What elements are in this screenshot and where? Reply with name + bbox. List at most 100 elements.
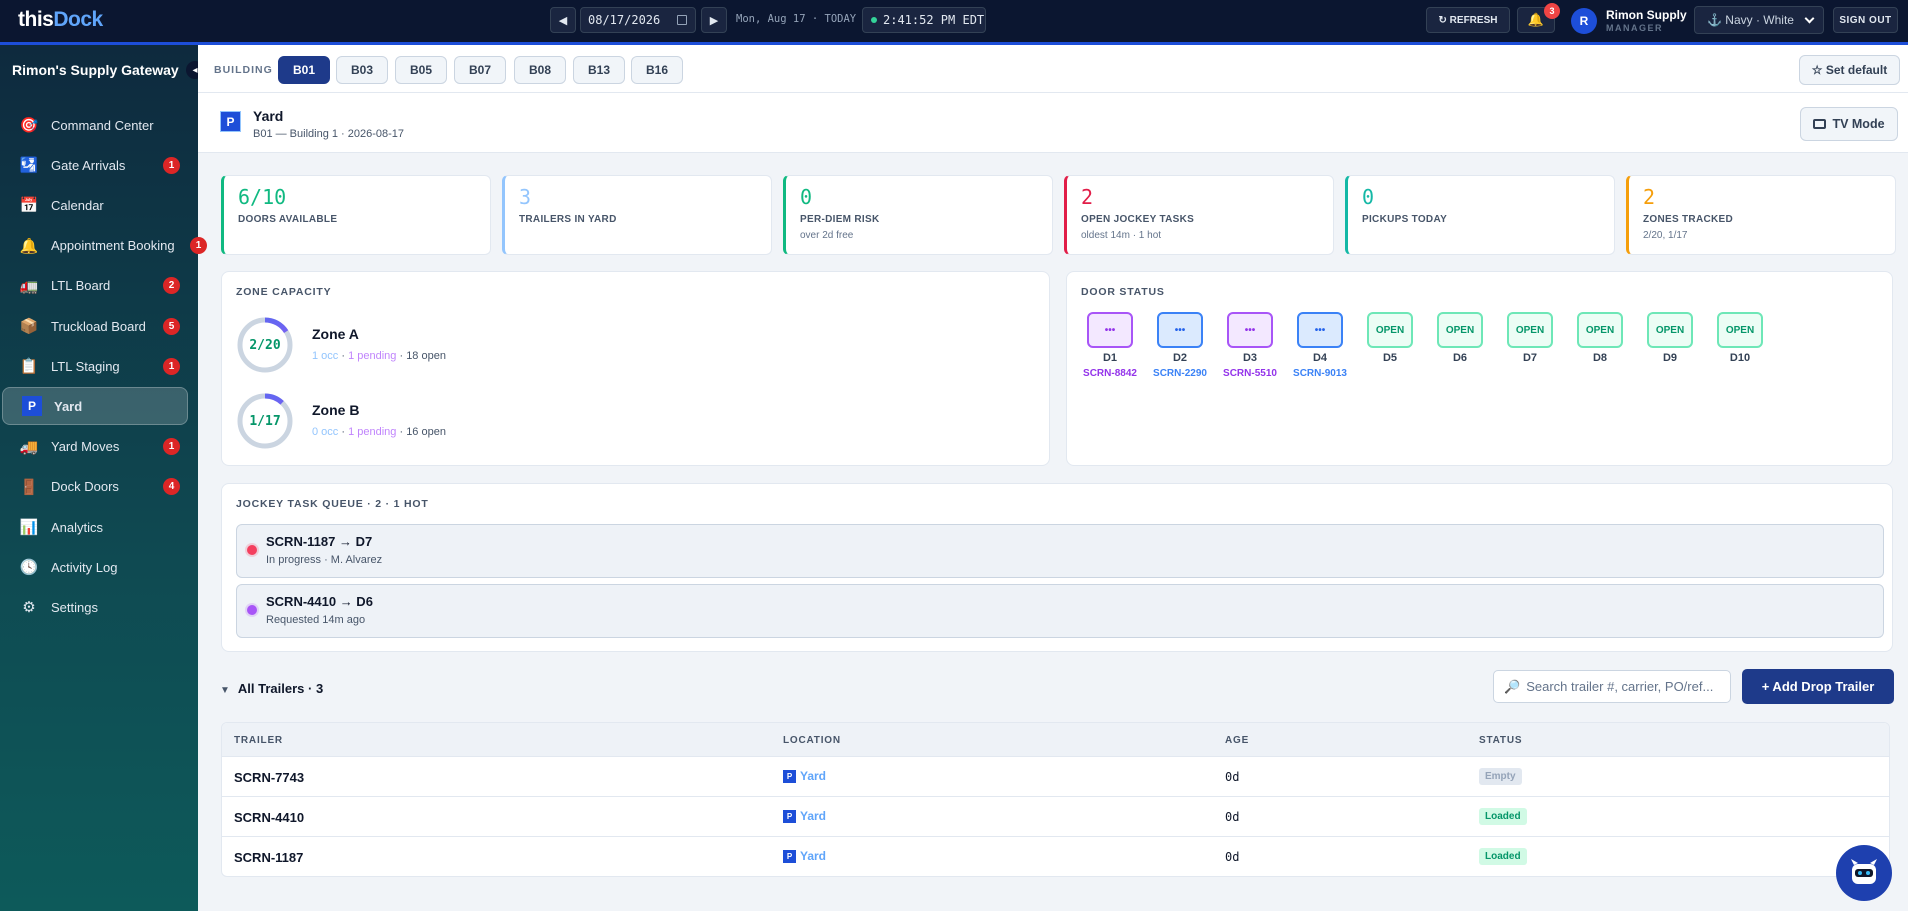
door-status-title: DOOR STATUS [1081,286,1165,298]
door-status-box: ••• [1087,312,1133,348]
sidebar-item-command-center[interactable]: 🎯 Command Center [0,106,190,144]
door-d2[interactable]: ••• D2 SCRN-2290 [1153,312,1207,379]
tab-b07[interactable]: B07 [454,56,506,84]
stat-value: 6/10 [238,185,287,209]
parking-icon: P [783,849,796,863]
sidebar-item-truckload-board[interactable]: 📦 Truckload Board 5 [0,307,190,345]
stat-value: 0 [800,185,813,209]
user-name: Rimon Supply [1606,8,1687,22]
table-row[interactable]: SCRN-7743 P Yard 0d Empty [222,757,1889,797]
location-label: Yard [800,769,827,783]
trailer-location[interactable]: P Yard [783,809,826,823]
zone-detail: 1 occ · 1 pending · 18 open [312,350,446,362]
date-label: Mon, Aug 17 · TODAY [736,13,857,25]
tab-b16[interactable]: B16 [631,56,683,84]
top-bar: thisDock ◀ 08/17/2026 ▶ Mon, Aug 17 · TO… [0,0,1908,45]
date-input[interactable]: 08/17/2026 [580,7,696,33]
task-title: SCRN-4410 → D6 [266,594,373,609]
live-dot-icon [871,17,877,23]
sidebar-item-calendar[interactable]: 📅 Calendar [0,186,190,224]
sidebar-item-dock-doors[interactable]: 🚪 Dock Doors 4 [0,468,190,506]
sidebar-item-yard-moves[interactable]: 🚚 Yard Moves 1 [0,428,190,466]
sign-out-button[interactable]: SIGN OUT [1833,7,1898,33]
door-status-box: OPEN [1367,312,1413,348]
next-day-button[interactable]: ▶ [701,7,727,33]
column-header[interactable]: AGE [1225,735,1249,746]
stat-value: 0 [1362,185,1375,209]
door-d6[interactable]: OPEN D6 [1437,312,1483,364]
sidebar-item-ltl-board[interactable]: 🚛 LTL Board 2 [0,267,190,305]
truck-icon: 🚛 [19,277,39,295]
door-d1[interactable]: ••• D1 SCRN-8842 [1083,312,1137,379]
trailer-location[interactable]: P Yard [783,849,826,863]
theme-select[interactable]: ⚓ Navy · White [1694,6,1824,34]
refresh-button[interactable]: ↻ REFRESH [1426,7,1510,33]
trailer-id[interactable]: SCRN-4410 [234,810,304,825]
task-title: SCRN-1187 → D7 [266,534,373,549]
parking-icon: P [783,769,796,783]
gear-icon: ⚙ [22,599,36,617]
tab-b05[interactable]: B05 [395,56,447,84]
trailer-location[interactable]: P Yard [783,769,826,783]
tab-b03[interactable]: B03 [336,56,388,84]
sidebar-item-label: Command Center [51,117,154,133]
assistant-bot-button[interactable] [1836,845,1892,901]
sidebar-item-label: Yard Moves [51,439,120,455]
tv-mode-button[interactable]: TV Mode [1800,107,1898,141]
door-d10[interactable]: OPEN D10 [1717,312,1763,364]
count-badge: 1 [163,156,180,174]
search-input[interactable]: 🔎 Search trailer #, carrier, PO/ref... [1493,670,1731,703]
avatar[interactable]: R [1571,8,1597,34]
trailer-id[interactable]: SCRN-1187 [234,850,303,865]
door-trailer: SCRN-8842 [1083,368,1137,379]
tab-b13[interactable]: B13 [573,56,625,84]
sidebar-item-settings[interactable]: ⚙ Settings [0,588,190,626]
tab-b01[interactable]: B01 [278,56,330,84]
door-d9[interactable]: OPEN D9 [1647,312,1693,364]
table-row[interactable]: SCRN-1187 P Yard 0d Loaded [222,837,1889,876]
sidebar-item-yard[interactable]: P Yard [2,387,188,426]
sidebar-item-gate-arrivals[interactable]: 🛂 Gate Arrivals 1 [0,146,190,184]
sidebar-item-appointment-booking[interactable]: 🔔 Appointment Booking 1 [0,227,207,265]
sidebar-item-activity-log[interactable]: 🕓 Activity Log [0,548,190,586]
zone-ring-value: 1/17 [249,413,281,429]
prev-day-button[interactable]: ◀ [550,7,576,33]
column-header[interactable]: TRAILER [234,735,283,746]
app-logo[interactable]: thisDock [18,8,103,32]
stat-card: 0 PICKUPS TODAY [1345,175,1615,255]
door-status-box: OPEN [1717,312,1763,348]
add-drop-trailer-button[interactable]: + Add Drop Trailer [1742,669,1894,704]
table-row[interactable]: SCRN-4410 P Yard 0d Loaded [222,797,1889,837]
notifications-button[interactable]: 🔔 3 [1517,3,1560,33]
all-trailers-toggle[interactable]: ▼ All Trailers · 3 [220,681,323,696]
tab-b08[interactable]: B08 [514,56,566,84]
zone-pending: 1 pending [348,350,397,362]
count-badge: 2 [163,277,180,295]
bell-icon: 🔔 [19,237,39,255]
set-default-button[interactable]: ☆ Set default [1799,55,1900,85]
door-d4[interactable]: ••• D4 SCRN-9013 [1293,312,1347,379]
sidebar-item-analytics[interactable]: 📊 Analytics [0,508,190,546]
sidebar-item-label: Dock Doors [51,479,119,495]
chevron-right-icon: ▶ [709,14,719,27]
jockey-task[interactable]: SCRN-1187 → D7 In progress · M. Alvarez [236,524,1884,578]
door-d5[interactable]: OPEN D5 [1367,312,1413,364]
priority-dot-icon [247,605,257,615]
building-bar: BUILDING B01 B03 B05 B07 B08 B13 B16 ☆ Set def… [198,45,1908,93]
column-header[interactable]: STATUS [1479,735,1522,746]
jockey-task[interactable]: SCRN-4410 → D6 Requested 14m ago [236,584,1884,638]
zone-ring: 1/17 [236,392,294,450]
zone-name: Zone A [312,326,359,342]
trailer-id[interactable]: SCRN-7743 [234,770,304,785]
count-badge: 1 [163,357,180,375]
stat-subtext: 2/20, 1/17 [1643,230,1688,241]
door-d8[interactable]: OPEN D8 [1577,312,1623,364]
box-icon: 📦 [19,318,39,335]
sidebar-item-ltl-staging[interactable]: 📋 LTL Staging 1 [0,347,190,385]
column-header[interactable]: LOCATION [783,735,841,746]
count-badge: 5 [163,317,180,335]
door-name: D4 [1312,352,1328,364]
door-name: D8 [1592,352,1608,364]
door-d7[interactable]: OPEN D7 [1507,312,1553,364]
door-d3[interactable]: ••• D3 SCRN-5510 [1223,312,1277,379]
